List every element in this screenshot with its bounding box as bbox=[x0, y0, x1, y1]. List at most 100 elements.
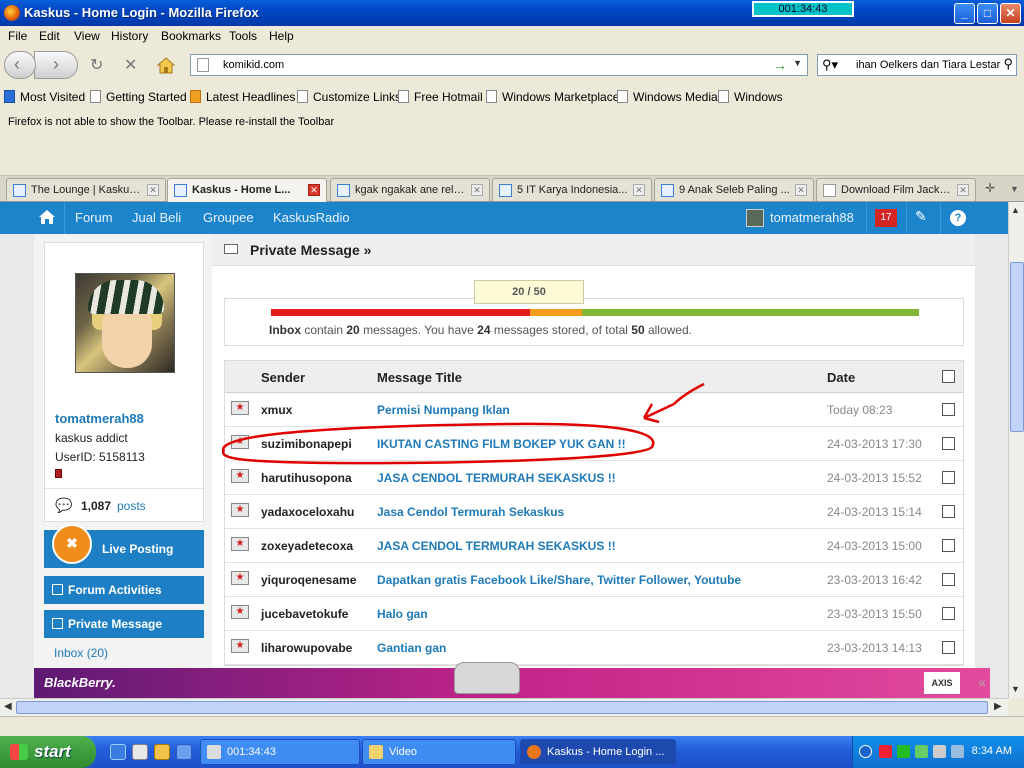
table-row[interactable]: ★ yadaxoceloxahu Jasa Cendol Termurah Seka… bbox=[225, 495, 963, 529]
message-title-link[interactable]: Jasa Cendol Termurah Sekaskus bbox=[377, 505, 564, 519]
table-row[interactable]: ★ xmux Permisi Numpang Iklan Today 08:23 bbox=[225, 393, 963, 427]
tray-icon[interactable] bbox=[897, 745, 910, 758]
table-row[interactable]: ★ suzimibonapepi IKUTAN CASTING FILM BOKEP… bbox=[225, 427, 963, 461]
taskbar-item-video[interactable]: Video bbox=[362, 739, 516, 765]
tray-expand-icon[interactable] bbox=[859, 745, 872, 758]
taskbar-item-firefox[interactable]: Kaskus - Home Login ... bbox=[520, 739, 676, 765]
bookmark-latest-headlines[interactable]: Latest Headlines bbox=[190, 90, 295, 104]
tab-close-icon[interactable]: ✕ bbox=[633, 184, 645, 196]
vertical-scroll-thumb[interactable] bbox=[1010, 262, 1024, 432]
minimize-button[interactable]: _ bbox=[954, 3, 975, 24]
tray-icon[interactable] bbox=[915, 745, 928, 758]
internet-explorer-icon[interactable] bbox=[110, 744, 126, 760]
message-title-link[interactable]: JASA CENDOL TERMURAH SEKASKUS !! bbox=[377, 471, 616, 485]
message-sender[interactable]: jucebavetokufe bbox=[261, 607, 348, 621]
tab-close-icon[interactable]: ✕ bbox=[308, 184, 320, 196]
maximize-button[interactable]: □ bbox=[977, 3, 998, 24]
message-sender[interactable]: xmux bbox=[261, 403, 292, 417]
avatar[interactable] bbox=[75, 273, 175, 373]
horizontal-scroll-thumb[interactable] bbox=[16, 701, 988, 714]
media-player-icon[interactable] bbox=[132, 744, 148, 760]
search-icon[interactable]: ⚲ bbox=[1001, 56, 1013, 72]
select-all-checkbox[interactable] bbox=[942, 370, 955, 383]
table-row[interactable]: ★ jucebavetokufe Halo gan 23-03-2013 15:50 bbox=[225, 597, 963, 631]
tab-it-karya[interactable]: 5 IT Karya Indonesia... ✕ bbox=[492, 178, 652, 201]
column-title[interactable]: Message Title bbox=[377, 370, 462, 385]
inbox-link[interactable]: Inbox (20) bbox=[54, 646, 108, 660]
nav-forum[interactable]: Forum bbox=[75, 210, 113, 225]
message-checkbox[interactable] bbox=[942, 573, 955, 586]
message-title-link[interactable]: Dapatkan gratis Facebook Like/Share, Twi… bbox=[377, 573, 741, 587]
bookmark-getting-started[interactable]: Getting Started bbox=[90, 90, 187, 104]
menu-help[interactable]: Help bbox=[269, 29, 294, 43]
taskbar-item-timer[interactable]: 001:34:43 bbox=[200, 739, 360, 765]
scroll-down-icon[interactable]: ▼ bbox=[1011, 684, 1020, 694]
nav-username[interactable]: tomatmerah88 bbox=[770, 210, 854, 225]
table-row[interactable]: ★ liharowupovabe Gantian gan 23-03-2013 14:… bbox=[225, 631, 963, 665]
reload-icon[interactable]: ↻ bbox=[90, 55, 103, 75]
back-button[interactable]: ‹ bbox=[4, 51, 36, 79]
scroll-left-icon[interactable]: ◀ bbox=[4, 701, 12, 712]
scroll-up-icon[interactable]: ▲ bbox=[1011, 205, 1020, 215]
stop-icon[interactable]: ✕ bbox=[124, 55, 137, 75]
tab-list-icon[interactable]: ▼ bbox=[1010, 184, 1019, 194]
search-engine-icon[interactable]: ⚲▾ bbox=[822, 57, 838, 73]
search-bar[interactable]: ihan Oelkers dan Tiara Lestari ⚲▾ ⚲ bbox=[817, 54, 1017, 76]
vertical-scrollbar[interactable]: ▲ ▼ bbox=[1008, 202, 1024, 698]
message-checkbox[interactable] bbox=[942, 437, 955, 450]
menu-edit[interactable]: Edit bbox=[39, 29, 60, 43]
message-checkbox[interactable] bbox=[942, 505, 955, 518]
tab-close-icon[interactable]: ✕ bbox=[147, 184, 159, 196]
tab-close-icon[interactable]: ✕ bbox=[957, 184, 969, 196]
message-title-link[interactable]: Permisi Numpang Iklan bbox=[377, 403, 510, 417]
message-title-link[interactable]: IKUTAN CASTING FILM BOKEP YUK GAN !! bbox=[377, 437, 626, 451]
tab-close-icon[interactable]: ✕ bbox=[795, 184, 807, 196]
message-sender[interactable]: yiquroqenesame bbox=[261, 573, 356, 587]
start-button[interactable]: start bbox=[0, 736, 96, 768]
site-home-icon[interactable] bbox=[38, 209, 56, 225]
url-dropdown-icon[interactable]: ▼ bbox=[793, 58, 802, 68]
forward-button[interactable]: › bbox=[34, 51, 78, 79]
tab-scroll-icon[interactable]: ✛ bbox=[985, 181, 995, 195]
scroll-right-icon[interactable]: ▶ bbox=[994, 701, 1002, 712]
tab-kaskus-home[interactable]: Kaskus - Home L... ✕ bbox=[167, 178, 327, 202]
notification-badge[interactable]: 17 bbox=[875, 209, 897, 227]
table-row[interactable]: ★ yiquroqenesame Dapatkan gratis Facebook … bbox=[225, 563, 963, 597]
pm-title[interactable]: Private Message » bbox=[250, 242, 371, 258]
address-bar[interactable]: komikid.com → ▼ bbox=[190, 54, 808, 76]
message-checkbox[interactable] bbox=[942, 641, 955, 654]
forum-activities-button[interactable]: Forum Activities bbox=[44, 576, 204, 604]
message-sender[interactable]: liharowupovabe bbox=[261, 641, 352, 655]
tray-icon[interactable] bbox=[933, 745, 946, 758]
table-row[interactable]: ★ zoxeyadetecoxa JASA CENDOL TERMURAH SEKA… bbox=[225, 529, 963, 563]
message-sender[interactable]: suzimibonapepi bbox=[261, 437, 352, 451]
menu-view[interactable]: View bbox=[74, 29, 100, 43]
collapse-icon[interactable]: « bbox=[978, 674, 986, 690]
message-sender[interactable]: harutihusopona bbox=[261, 471, 352, 485]
home-icon[interactable] bbox=[156, 56, 176, 74]
message-sender[interactable]: zoxeyadetecoxa bbox=[261, 539, 353, 553]
go-arrow-icon[interactable]: → bbox=[773, 57, 787, 73]
profile-username[interactable]: tomatmerah88 bbox=[55, 411, 144, 426]
user-avatar-mini[interactable] bbox=[746, 209, 764, 227]
bookmark-windows-media[interactable]: Windows Media bbox=[617, 90, 718, 104]
table-row[interactable]: ★ harutihusopona JASA CENDOL TERMURAH SEKA… bbox=[225, 461, 963, 495]
menu-history[interactable]: History bbox=[111, 29, 148, 43]
tab-kgak-ngakak[interactable]: kgak ngakak ane rela... ✕ bbox=[330, 178, 490, 201]
message-title-link[interactable]: JASA CENDOL TERMURAH SEKASKUS !! bbox=[377, 539, 616, 553]
menu-file[interactable]: File bbox=[8, 29, 27, 43]
url-text[interactable]: komikid.com bbox=[223, 59, 284, 71]
bookmark-customize-links[interactable]: Customize Links bbox=[297, 90, 401, 104]
nav-jual-beli[interactable]: Jual Beli bbox=[132, 210, 181, 225]
show-desktop-icon[interactable] bbox=[176, 744, 192, 760]
tab-anak-seleb[interactable]: 9 Anak Seleb Paling ... ✕ bbox=[654, 178, 814, 201]
column-sender[interactable]: Sender bbox=[261, 370, 305, 385]
horizontal-scrollbar[interactable]: ◀ ▶ bbox=[0, 698, 1008, 716]
bookmark-free-hotmail[interactable]: Free Hotmail bbox=[398, 90, 483, 104]
message-checkbox[interactable] bbox=[942, 471, 955, 484]
tray-icon[interactable] bbox=[951, 745, 964, 758]
message-checkbox[interactable] bbox=[942, 403, 955, 416]
help-icon[interactable]: ? bbox=[950, 210, 966, 226]
tab-the-lounge[interactable]: The Lounge | Kaskus... ✕ bbox=[6, 178, 166, 201]
menu-bookmarks[interactable]: Bookmarks bbox=[161, 29, 221, 43]
